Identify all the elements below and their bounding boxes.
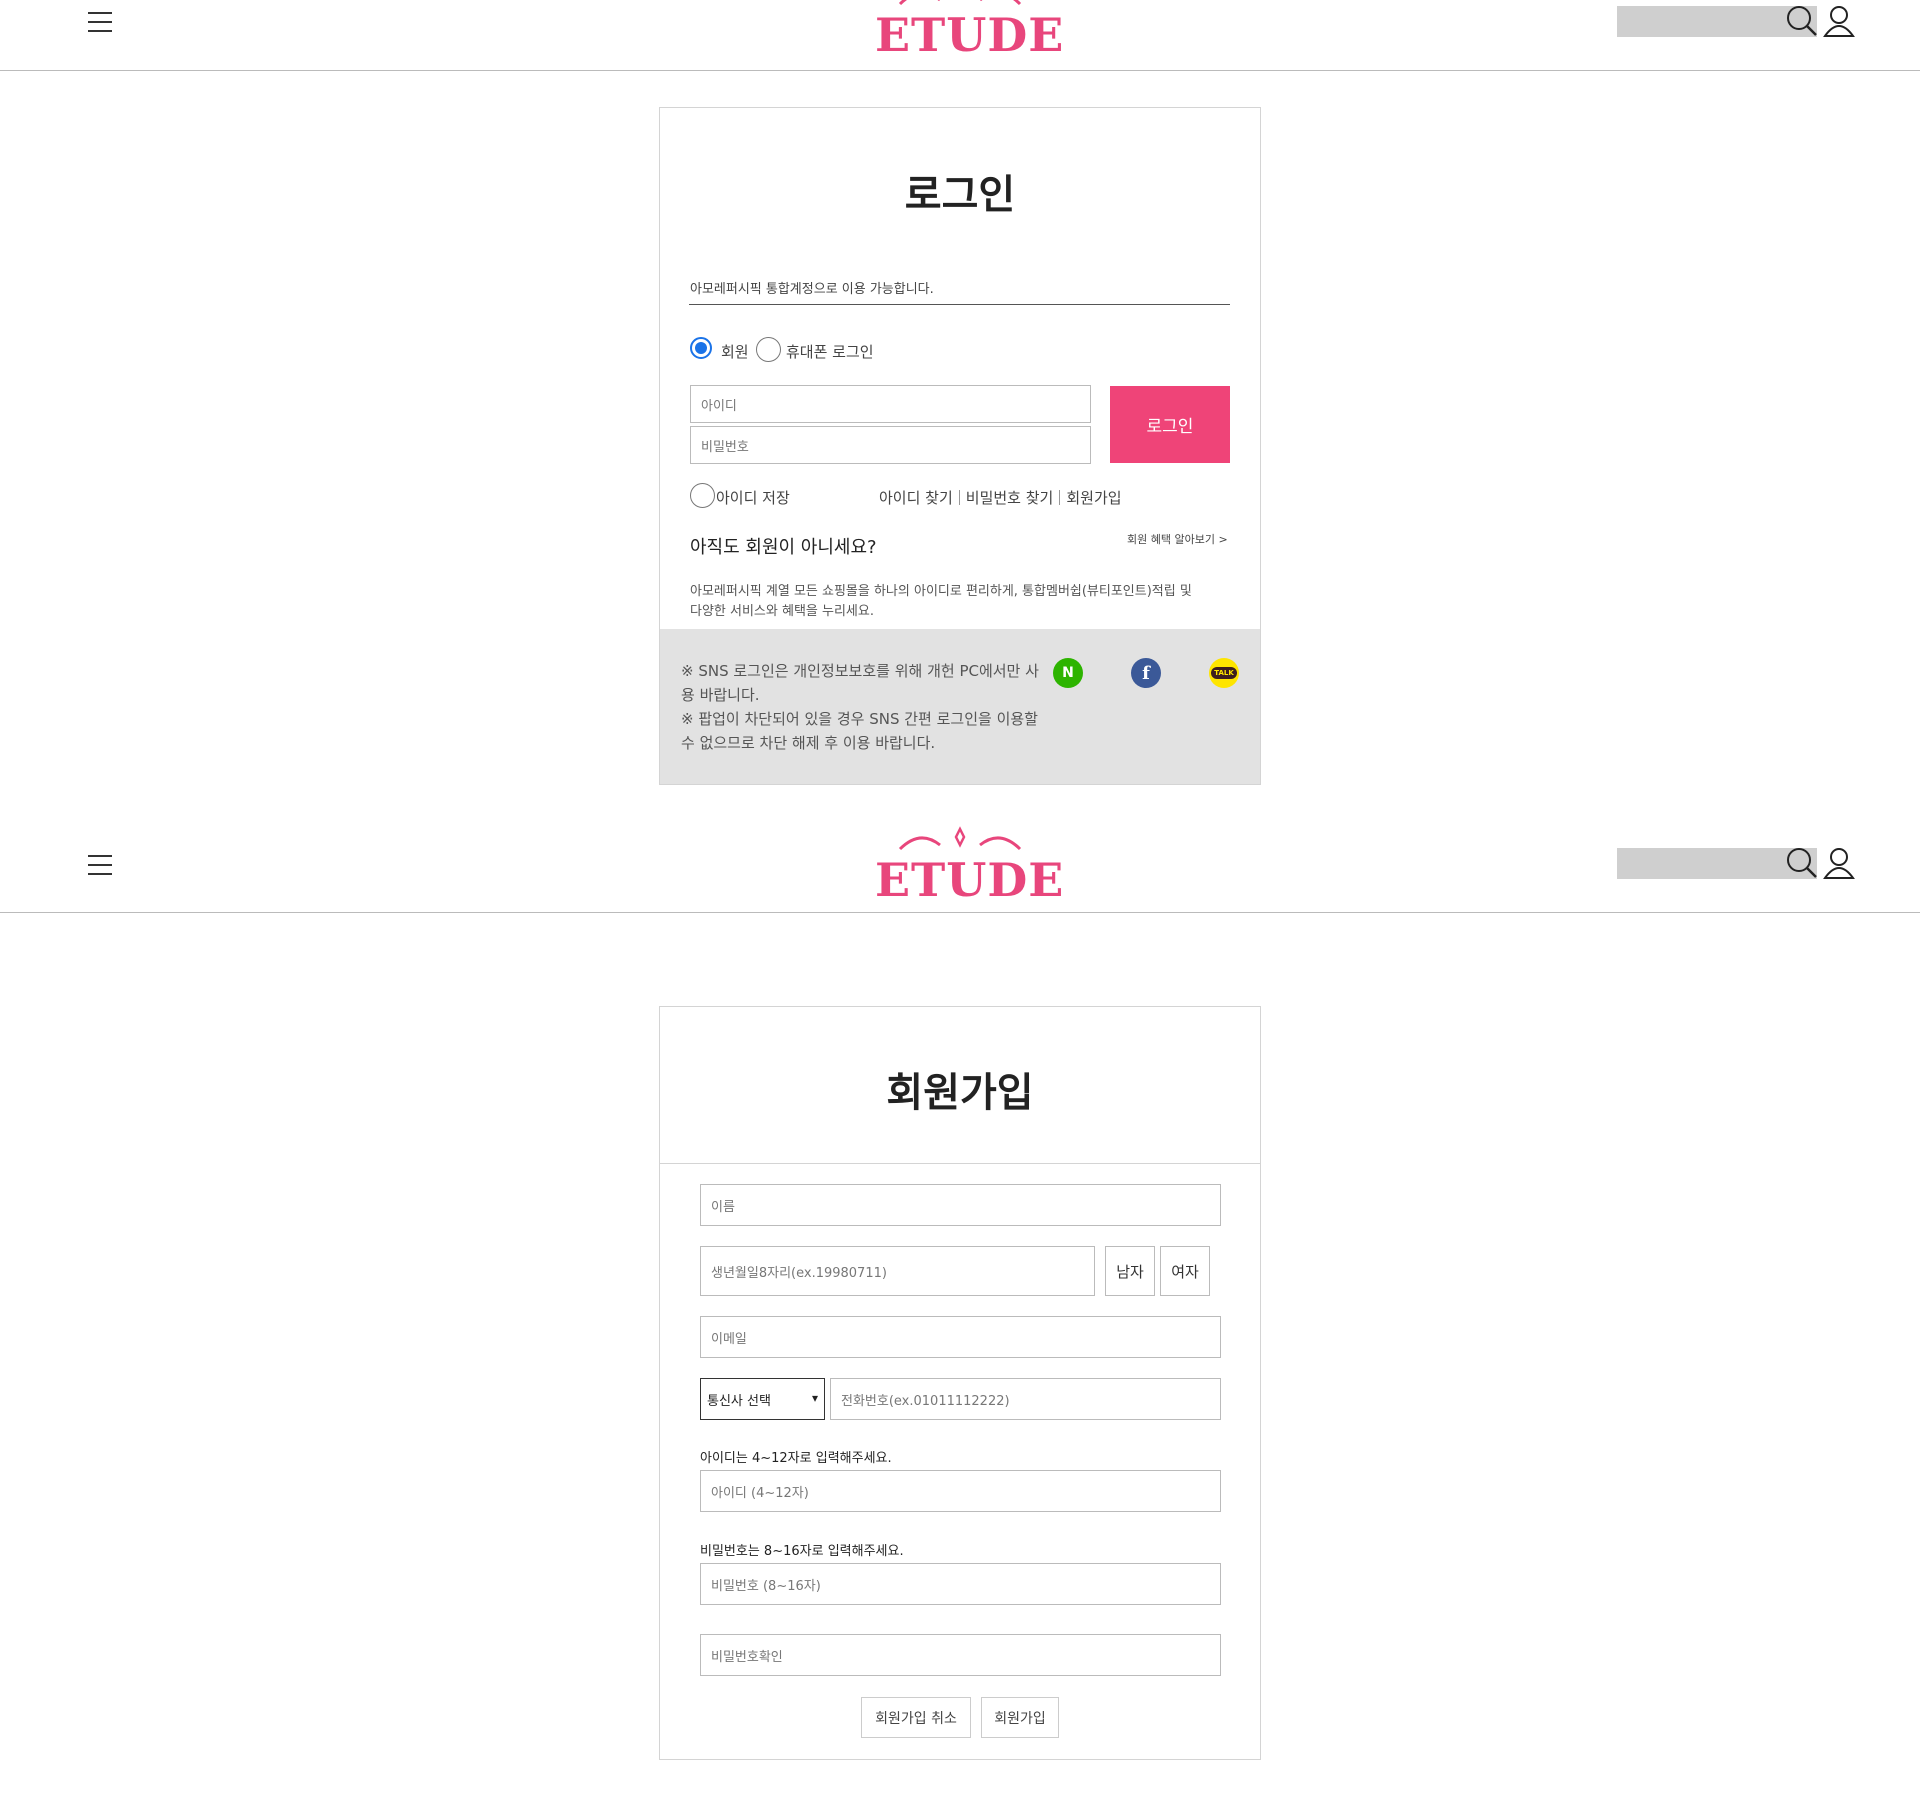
password-confirm-input[interactable]: 비밀번호확인 — [700, 1634, 1221, 1676]
id-rule-note: 아이디는 4~12자로 입력해주세요. — [700, 1451, 892, 1466]
header-divider — [0, 912, 1920, 913]
user-icon[interactable] — [1822, 4, 1856, 38]
name-input[interactable]: 이름 — [700, 1184, 1221, 1226]
radio-phone-label: 휴대폰 로그인 — [786, 343, 874, 361]
join-link[interactable]: 회원가입 — [1066, 489, 1121, 507]
naver-icon-glyph: N — [1062, 665, 1074, 681]
password-rule-note: 비밀번호는 8~16자로 입력해주세요. — [700, 1544, 904, 1559]
sns-notice-line2: 용 바랍니다. — [681, 686, 760, 704]
phone-placeholder: 전화번호(ex.01011112222) — [841, 1393, 1010, 1409]
naver-login-icon[interactable]: N — [1053, 658, 1083, 688]
signup-id-input[interactable]: 아이디 (4~12자) — [700, 1470, 1221, 1512]
radio-phone-login[interactable] — [756, 337, 781, 362]
radio-member[interactable] — [690, 337, 712, 359]
sns-notice-line3: ※ 팝업이 차단되어 있을 경우 SNS 간편 로그인을 이용할 — [681, 710, 1038, 728]
find-id-link[interactable]: 아이디 찾기 — [879, 489, 953, 507]
sns-notice-line1: ※ SNS 로그인은 개인정보보호를 위해 개헌 PC에서만 사 — [681, 662, 1039, 680]
account-links: 아이디 찾기 비밀번호 찾기 회원가입 — [879, 487, 1122, 508]
save-id-label: 아이디 저장 — [716, 489, 790, 507]
facebook-icon-glyph: f — [1142, 662, 1150, 684]
signup-password-input[interactable]: 비밀번호 (8~16자) — [700, 1563, 1221, 1605]
member-description-line1: 아모레퍼시픽 계열 모든 쇼핑몰을 하나의 아이디로 편리하게, 통합멤버쉽(뷰… — [690, 584, 1192, 599]
signup-title: 회원가입 — [886, 1070, 1034, 1116]
name-placeholder: 이름 — [711, 1199, 735, 1215]
email-input[interactable]: 이메일 — [700, 1316, 1221, 1358]
password-placeholder: 비밀번호 — [701, 439, 749, 455]
search-icon[interactable] — [1785, 846, 1819, 880]
header-divider — [0, 70, 1920, 71]
etude-logo[interactable]: ETUDE — [875, 0, 1065, 62]
signup-submit-button[interactable]: 회원가입 — [981, 1697, 1059, 1738]
user-icon[interactable] — [1822, 846, 1856, 880]
chevron-down-icon: ▾ — [811, 1391, 818, 1405]
kakao-icon-glyph: TALK — [1211, 667, 1237, 679]
signup-cancel-button[interactable]: 회원가입 취소 — [861, 1697, 971, 1738]
email-placeholder: 이메일 — [711, 1331, 747, 1347]
carrier-select[interactable]: 통신사 선택 ▾ — [700, 1378, 825, 1420]
radio-member-label: 회원 — [721, 343, 749, 361]
login-notice: 아모레퍼시픽 통합계정으로 이용 가능합니다. — [690, 282, 934, 297]
signup-password-placeholder: 비밀번호 (8~16자) — [711, 1578, 821, 1594]
menu-icon[interactable] — [88, 12, 112, 32]
birthdate-input[interactable]: 생년월일8자리(ex.19980711) — [700, 1246, 1095, 1296]
facebook-login-icon[interactable]: f — [1131, 658, 1161, 688]
member-description-line2: 다양한 서비스와 혜택을 누리세요. — [690, 604, 874, 619]
logo-text: ETUDE — [875, 853, 1065, 907]
password-input[interactable]: 비밀번호 — [690, 426, 1091, 464]
id-input[interactable]: 아이디 — [690, 385, 1091, 423]
gender-male-button[interactable]: 남자 — [1105, 1246, 1155, 1296]
sns-notice-line4: 수 없으므로 차단 해제 후 이용 바랍니다. — [681, 734, 936, 752]
birthdate-placeholder: 생년월일8자리(ex.19980711) — [711, 1265, 887, 1281]
carrier-select-value: 통신사 선택 — [707, 1393, 771, 1409]
menu-icon[interactable] — [88, 855, 112, 875]
signup-title-divider — [660, 1163, 1260, 1164]
notice-underline — [689, 304, 1230, 305]
member-benefit-link[interactable]: 회원 혜택 알아보기 > — [1127, 531, 1228, 547]
not-member-heading: 아직도 회원이 아니세요? — [690, 537, 877, 558]
sns-notice: ※ SNS 로그인은 개인정보보호를 위해 개헌 PC에서만 사 용 바랍니다.… — [681, 659, 1061, 755]
find-password-link[interactable]: 비밀번호 찾기 — [966, 489, 1054, 507]
login-title: 로그인 — [904, 172, 1016, 218]
logo-text: ETUDE — [875, 8, 1065, 62]
etude-logo[interactable]: ETUDE — [875, 823, 1065, 907]
password-confirm-placeholder: 비밀번호확인 — [711, 1649, 783, 1665]
link-separator — [958, 490, 960, 505]
gender-female-button[interactable]: 여자 — [1160, 1246, 1210, 1296]
save-id-checkbox[interactable] — [690, 483, 715, 508]
id-placeholder: 아이디 — [701, 398, 737, 414]
login-button[interactable]: 로그인 — [1110, 386, 1230, 463]
phone-input[interactable]: 전화번호(ex.01011112222) — [830, 1378, 1221, 1420]
signup-id-placeholder: 아이디 (4~12자) — [711, 1485, 809, 1501]
search-icon[interactable] — [1785, 4, 1819, 38]
kakao-login-icon[interactable]: TALK — [1209, 658, 1239, 688]
link-separator — [1059, 490, 1061, 505]
